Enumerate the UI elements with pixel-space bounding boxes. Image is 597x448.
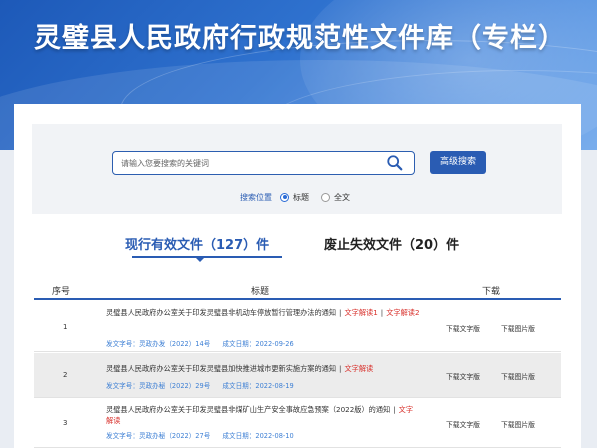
document-date: 成文日期：2022-08-19 [222,382,294,390]
download-text-link[interactable]: 下载文字版 [446,371,480,381]
scope-fulltext-radio[interactable] [321,192,330,202]
advanced-search-button[interactable]: 高级搜索 [430,151,486,174]
row-number: 2 [63,371,68,379]
search-icon[interactable] [386,154,404,172]
document-title-link[interactable]: 灵璧县人民政府办公室关于印发灵璧县加快推进城市更新实施方案的通知 [106,364,336,373]
download-image-link[interactable]: 下载图片版 [501,323,535,333]
row-number: 3 [63,419,68,427]
document-number: 发文字号：灵政办秘（2022）27号 [106,432,211,440]
content-panel: 高级搜索 搜索位置 标题 全文 现行有效文件（127）件 废止失效文件（20）件… [14,104,581,448]
document-tabs: 现行有效文件（127）件 废止失效文件（20）件 [14,228,581,262]
separator: | [339,308,342,317]
search-area: 高级搜索 搜索位置 标题 全文 [32,124,562,214]
separator: | [339,364,342,373]
tab-current-valid[interactable]: 现行有效文件（127）件 [125,234,269,253]
download-text-link[interactable]: 下载文字版 [446,419,480,429]
interpretation-link[interactable]: 文字解读 [344,364,373,373]
active-tab-caret [195,257,205,262]
document-date: 成文日期：2022-08-10 [222,432,294,440]
document-title-link[interactable]: 灵璧县人民政府办公室关于印发灵璧县非煤矿山生产安全事故应急预案（2022版）的通… [106,405,390,414]
row-meta: 发文字号：灵政办秘（2022）27号 成文日期：2022-08-10 [106,430,304,440]
document-date: 成文日期：2022-09-26 [222,340,294,348]
download-image-link[interactable]: 下载图片版 [501,419,535,429]
row-meta: 发文字号：灵政办发（2022）14号 成文日期：2022-09-26 [106,338,304,348]
tab-repealed[interactable]: 废止失效文件（20）件 [324,234,459,253]
interpretation-link[interactable]: 文字解读1 [344,308,377,317]
table-header: 序号 标题 下载 [34,280,561,300]
search-scope: 搜索位置 标题 全文 [240,190,362,204]
table-row: 3 灵璧县人民政府办公室关于印发灵璧县非煤矿山生产安全事故应急预案（2022版）… [34,399,561,448]
row-title: 灵璧县人民政府办公室关于印发灵璧县非煤矿山生产安全事故应急预案（2022版）的通… [106,404,416,426]
interpretation-link[interactable]: 文字解读2 [386,308,419,317]
active-tab-underline [132,256,282,258]
search-box[interactable] [112,151,415,175]
table-row: 1 灵璧县人民政府办公室关于印发灵璧县非机动车停放暂行管理办法的通知 | 文字解读1… [34,302,561,352]
column-header-download: 下载 [482,287,501,297]
scope-fulltext-label[interactable]: 全文 [334,192,350,203]
separator: | [380,308,384,317]
search-scope-label: 搜索位置 [240,192,272,202]
document-title-link[interactable]: 灵璧县人民政府办公室关于印发灵璧县非机动车停放暂行管理办法的通知 [106,308,336,317]
separator: | [393,405,396,414]
search-input[interactable] [121,155,381,171]
row-title: 灵璧县人民政府办公室关于印发灵璧县加快推进城市更新实施方案的通知 | 文字解读 [106,363,451,374]
table-row: 2 灵璧县人民政府办公室关于印发灵璧县加快推进城市更新实施方案的通知 | 文字解读 … [34,353,561,398]
row-meta: 发文字号：灵政办秘（2022）29号 成文日期：2022-08-19 [106,380,304,390]
scope-title-label[interactable]: 标题 [293,192,309,203]
row-title: 灵璧县人民政府办公室关于印发灵璧县非机动车停放暂行管理办法的通知 | 文字解读1 | 文… [106,307,436,318]
document-number: 发文字号：灵政办发（2022）14号 [106,340,211,348]
document-number: 发文字号：灵政办秘（2022）29号 [106,382,211,390]
column-header-no: 序号 [52,287,71,297]
page-title: 灵璧县人民政府行政规范性文件库（专栏） [34,23,566,54]
row-number: 1 [63,323,68,331]
download-image-link[interactable]: 下载图片版 [501,371,535,381]
scope-title-radio[interactable] [280,192,289,202]
download-text-link[interactable]: 下载文字版 [446,323,480,333]
column-header-title: 标题 [251,287,270,297]
